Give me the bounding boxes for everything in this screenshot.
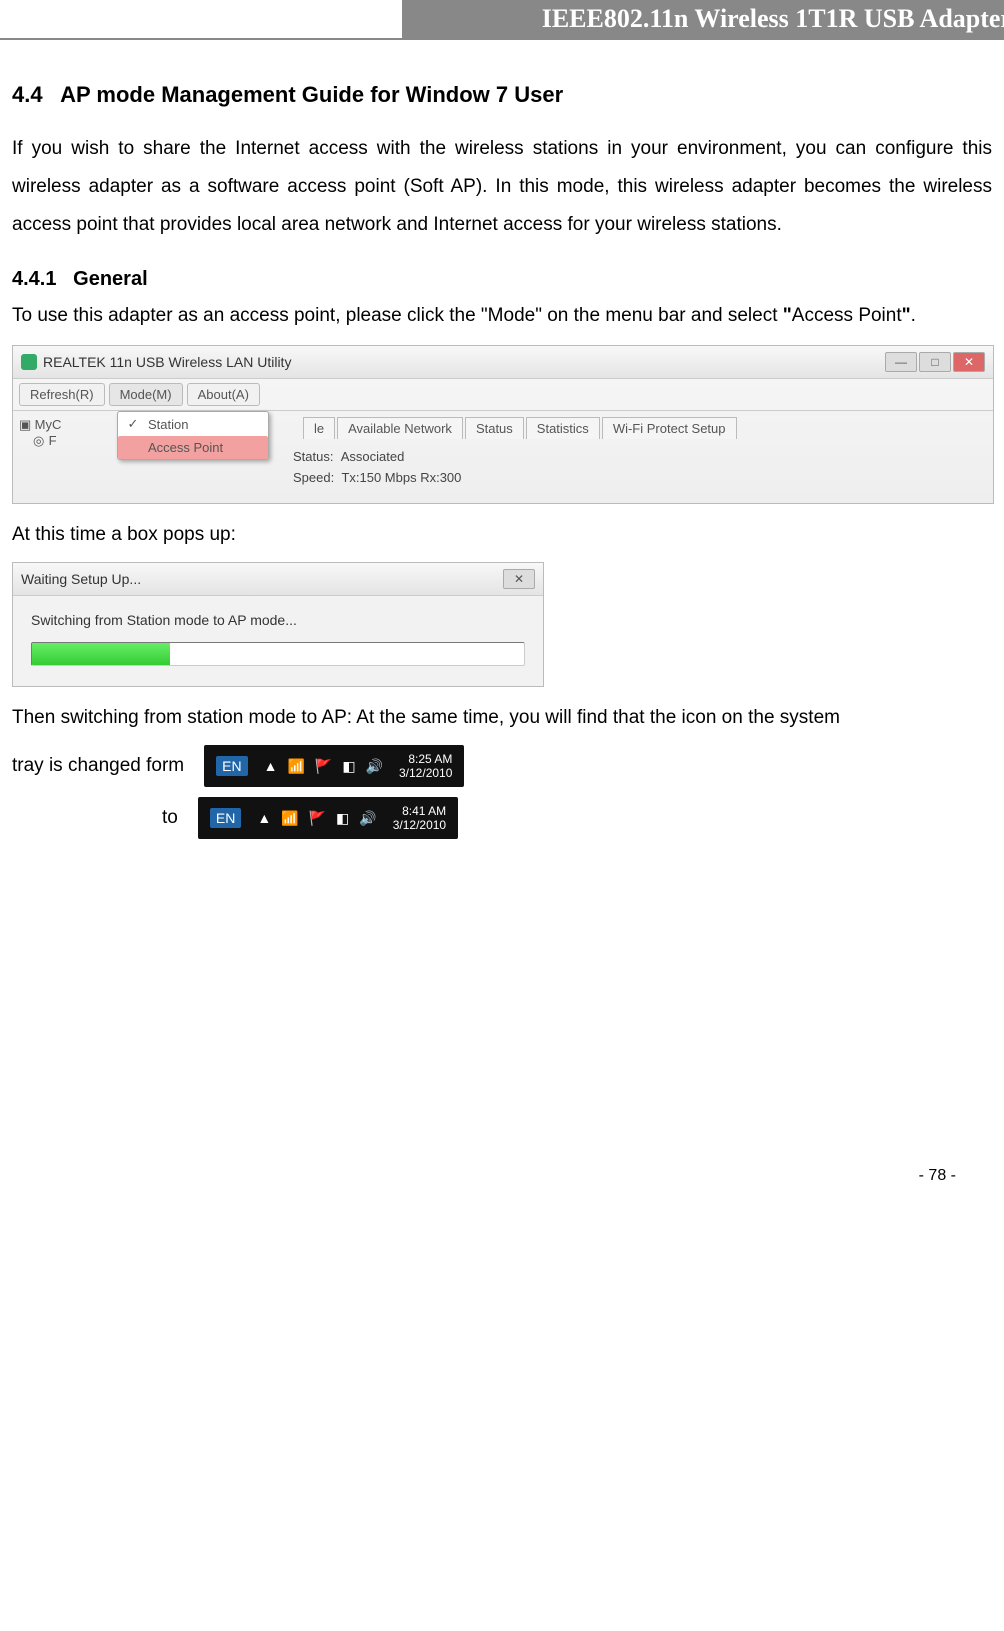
- tab-statistics[interactable]: Statistics: [526, 417, 600, 439]
- speed-label: Speed:: [293, 470, 334, 485]
- window-title: REALTEK 11n USB Wireless LAN Utility: [43, 354, 291, 370]
- after-fig1-text: At this time a box pops up:: [12, 518, 992, 552]
- tray-clock[interactable]: 8:41 AM 3/12/2010: [393, 804, 446, 833]
- subsection-heading: 4.4.1 General: [12, 268, 992, 291]
- close-button[interactable]: ✕: [953, 352, 985, 372]
- status-block: Status: Associated Speed: Tx:150 Mbps Rx…: [13, 441, 461, 497]
- dialog-close-button[interactable]: ✕: [503, 569, 535, 589]
- tab-available-network[interactable]: Available Network: [337, 417, 463, 439]
- maximize-button[interactable]: □: [919, 352, 951, 372]
- page-number: - 78 -: [0, 1159, 1004, 1193]
- minimize-button[interactable]: —: [885, 352, 917, 372]
- window-titlebar: REALTEK 11n USB Wireless LAN Utility — □…: [13, 346, 993, 379]
- status-label: Status:: [293, 449, 333, 464]
- progress-bar: [31, 642, 525, 666]
- tray-clock[interactable]: 8:25 AM 3/12/2010: [399, 752, 452, 781]
- menu-about[interactable]: About(A): [187, 383, 260, 406]
- tray-lang-indicator[interactable]: EN: [216, 756, 247, 776]
- tray-after-row: to EN ▲ 📶 🚩 ◧ 🔊 8:41 AM 3/12/2010: [12, 797, 992, 839]
- tab-status[interactable]: Status: [465, 417, 524, 439]
- progress-fill: [32, 643, 170, 665]
- system-tray-after: EN ▲ 📶 🚩 ◧ 🔊 8:41 AM 3/12/2010: [198, 797, 458, 839]
- speed-value: Tx:150 Mbps Rx:300: [341, 470, 461, 485]
- dialog-message: Switching from Station mode to AP mode..…: [31, 612, 525, 628]
- dialog-title: Waiting Setup Up...: [21, 571, 141, 587]
- tray-flag-icon[interactable]: 🚩: [315, 758, 332, 775]
- tray-up-icon[interactable]: ▲: [257, 810, 271, 827]
- subsection-number: 4.4.1: [12, 268, 56, 290]
- section-title: AP mode Management Guide for Window 7 Us…: [60, 82, 563, 107]
- tray-before-row: tray is changed form EN ▲ 📶 🚩 ◧ 🔊 8:25 A…: [12, 745, 992, 787]
- tray-volume-icon[interactable]: 🔊: [366, 758, 383, 775]
- menu-refresh[interactable]: Refresh(R): [19, 383, 105, 406]
- tab-fragment[interactable]: le: [303, 417, 335, 439]
- section-number: 4.4: [12, 82, 43, 107]
- dialog-titlebar: Waiting Setup Up... ✕: [13, 563, 543, 596]
- tray-after-label: to: [162, 807, 178, 829]
- app-icon: [21, 354, 37, 370]
- tray-network-icon[interactable]: 📶: [281, 810, 298, 827]
- tray-up-icon[interactable]: ▲: [264, 758, 278, 775]
- tray-before-label: tray is changed form: [12, 755, 184, 777]
- tray-misc-icon[interactable]: ◧: [336, 810, 349, 827]
- tray-lang-indicator[interactable]: EN: [210, 808, 241, 828]
- tray-flag-icon[interactable]: 🚩: [309, 810, 326, 827]
- system-tray-before: EN ▲ 📶 🚩 ◧ 🔊 8:25 AM 3/12/2010: [204, 745, 464, 787]
- tray-time: 8:41 AM: [393, 804, 446, 818]
- tray-volume-icon[interactable]: 🔊: [359, 810, 376, 827]
- after-fig2-text: Then switching from station mode to AP: …: [12, 701, 992, 735]
- section-intro: If you wish to share the Internet access…: [12, 130, 992, 244]
- subsection-title: General: [73, 268, 147, 290]
- tray-time: 8:25 AM: [399, 752, 452, 766]
- header-rule: [0, 38, 1004, 40]
- header-title: IEEE802.11n Wireless 1T1R USB Adapter: [542, 4, 1004, 33]
- status-value: Associated: [341, 449, 405, 464]
- section-heading: 4.4 AP mode Management Guide for Window …: [12, 82, 992, 108]
- tray-misc-icon[interactable]: ◧: [342, 758, 355, 775]
- tray-date: 3/12/2010: [399, 766, 452, 780]
- tab-row: le Available Network Status Statistics W…: [13, 411, 737, 439]
- tab-wps[interactable]: Wi-Fi Protect Setup: [602, 417, 737, 439]
- subsection-lead: To use this adapter as an access point, …: [12, 297, 992, 335]
- header-bar: IEEE802.11n Wireless 1T1R USB Adapter: [402, 0, 1004, 38]
- tray-network-icon[interactable]: 📶: [287, 758, 304, 775]
- menubar: Refresh(R) Mode(M) About(A): [13, 379, 993, 411]
- tray-date: 3/12/2010: [393, 818, 446, 832]
- figure-waiting-dialog: Waiting Setup Up... ✕ Switching from Sta…: [12, 562, 544, 687]
- menu-mode[interactable]: Mode(M): [109, 383, 183, 406]
- figure-mode-menu: REALTEK 11n USB Wireless LAN Utility — □…: [12, 345, 994, 504]
